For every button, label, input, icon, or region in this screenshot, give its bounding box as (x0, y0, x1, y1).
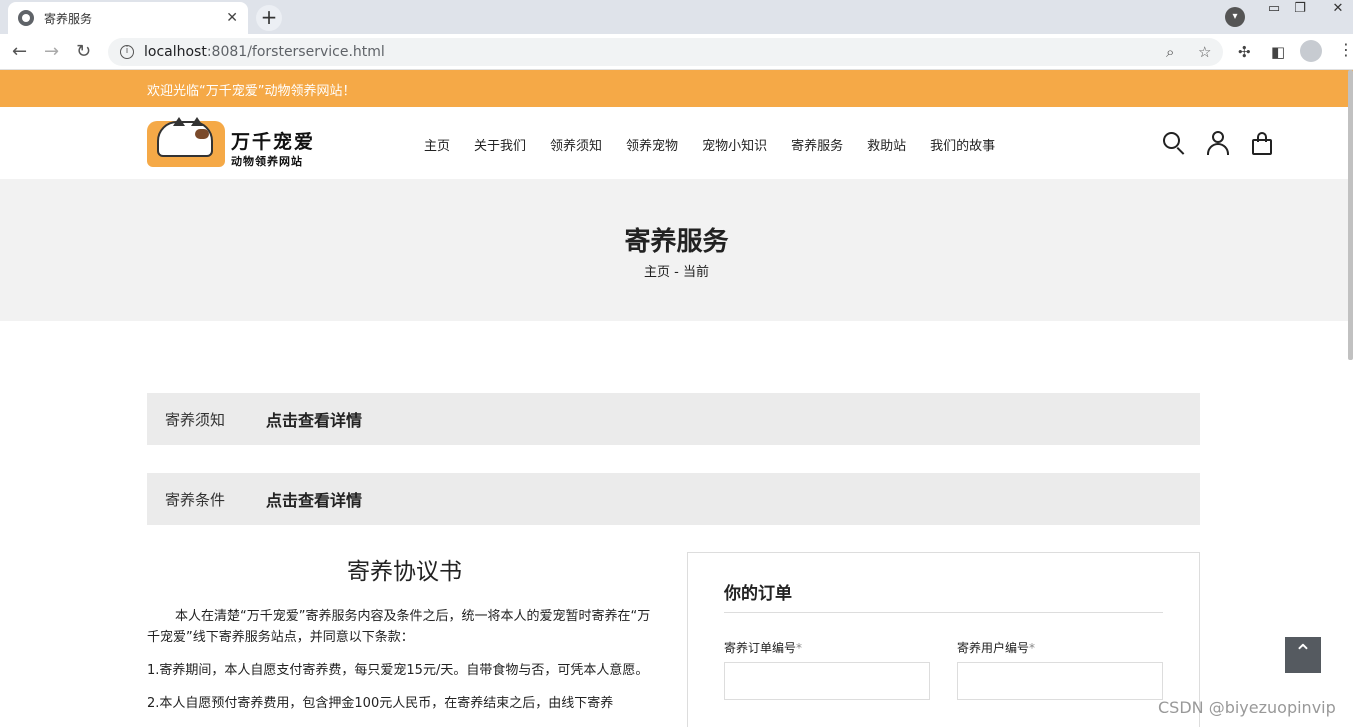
agreement-title: 寄养协议书 (347, 559, 462, 585)
browser-tab[interactable]: 寄养服务 ✕ (8, 2, 248, 34)
url-input[interactable]: i localhost:8081/forsterservice.html (108, 38, 1223, 66)
order-title: 你的订单 (724, 579, 1163, 613)
extensions-puzzle-icon[interactable]: ✣ (1238, 43, 1251, 61)
agreement-clause: 2.本人自愿预付寄养费用，包含押金100元人民币，在寄养结束之后，由线下寄养 (147, 696, 614, 711)
nav-item-pet-tips[interactable]: 宠物小知识 (702, 135, 767, 154)
search-icon[interactable] (1162, 131, 1186, 155)
order-form: 你的订单 寄养订单编号* 寄养用户编号* (687, 552, 1200, 727)
browser-tab-strip: 寄养服务 ✕ + ▾ ▭ ❐ ✕ (0, 0, 1353, 34)
profile-avatar[interactable] (1300, 40, 1322, 62)
page-banner: 寄养服务 主页 - 当前 (0, 179, 1353, 321)
site-header: 万千宠爱 动物领养网站 主页 关于我们 领养须知 领养宠物 宠物小知识 寄养服务… (0, 107, 1353, 179)
site-info-icon[interactable]: i (120, 45, 134, 59)
side-panel-icon[interactable]: ◧ (1271, 43, 1285, 61)
new-tab-button[interactable]: + (256, 5, 282, 31)
agreement-paragraph: 本人在清楚“万千宠爱”寄养服务内容及条件之后，统一将本人的爱宠暂时寄养在“万千宠… (147, 609, 651, 645)
foster-order-id-field: 寄养订单编号* (724, 639, 930, 700)
nav-item-adopt-pets[interactable]: 领养宠物 (626, 135, 678, 154)
section-label: 寄养条件 (165, 490, 226, 509)
nav-item-about[interactable]: 关于我们 (474, 135, 526, 154)
browser-menu-icon[interactable]: ⋮ (1338, 40, 1353, 59)
tab-title: 寄养服务 (44, 11, 93, 26)
section-label: 寄养须知 (165, 410, 226, 429)
nav-item-home[interactable]: 主页 (424, 135, 450, 154)
foster-order-id-label: 寄养订单编号* (724, 641, 803, 655)
foster-user-id-field: 寄养用户编号* (957, 639, 1163, 700)
brand-subtitle: 动物领养网站 (231, 155, 303, 168)
tab-close-icon[interactable]: ✕ (226, 10, 238, 26)
back-arrow-icon[interactable]: ← (12, 41, 27, 62)
url-host: localhost (144, 44, 207, 60)
welcome-text: 欢迎光临“万千宠爱”动物领养网站！ (147, 84, 356, 99)
breadcrumb-separator: - (674, 265, 679, 280)
back-to-top-button[interactable]: ⌃ (1285, 637, 1321, 673)
page-title: 寄养服务 (624, 227, 729, 257)
url-path: :8081/forsterservice.html (206, 44, 385, 60)
watermark: CSDN @biyezuopinvip (1158, 698, 1336, 717)
reload-icon[interactable]: ↻ (76, 41, 91, 62)
foster-conditions-section: 寄养条件 点击查看详情 (147, 473, 1200, 525)
foster-notice-section: 寄养须知 点击查看详情 (147, 393, 1200, 445)
shopping-bag-icon[interactable] (1250, 131, 1274, 155)
brand-name: 万千宠爱 (231, 131, 316, 153)
view-details-link[interactable]: 点击查看详情 (266, 487, 362, 511)
cat-logo-icon (147, 117, 225, 167)
site-logo[interactable]: 万千宠爱 动物领养网站 (147, 117, 322, 171)
foster-order-id-input[interactable] (724, 662, 930, 700)
view-details-link[interactable]: 点击查看详情 (266, 407, 362, 431)
url-text: localhost:8081/forsterservice.html (144, 44, 385, 60)
tab-search-icon[interactable]: ▾ (1225, 7, 1245, 27)
zoom-icon[interactable]: ⌕ (1166, 43, 1174, 61)
globe-icon (18, 10, 34, 26)
forward-arrow-icon[interactable]: → (44, 41, 59, 62)
agreement-clause: 1.寄养期间，本人自愿支付寄养费，每只爱宠15元/天。自带食物与否，可凭本人意愿… (147, 663, 649, 678)
restore-icon[interactable]: ❐ (1284, 0, 1316, 20)
address-bar: ← → ↻ i localhost:8081/forsterservice.ht… (0, 34, 1353, 70)
foster-user-id-label: 寄养用户编号* (957, 641, 1036, 655)
nav-item-our-story[interactable]: 我们的故事 (930, 135, 995, 154)
foster-agreement: 寄养协议书 本人在清楚“万千宠爱”寄养服务内容及条件之后，统一将本人的爱宠暂时寄… (147, 552, 662, 726)
nav-item-rescue-station[interactable]: 救助站 (867, 135, 906, 154)
user-icon[interactable] (1206, 131, 1230, 155)
breadcrumb-home[interactable]: 主页 (644, 265, 670, 280)
breadcrumb: 主页 - 当前 (0, 261, 1353, 280)
nav-item-foster-service[interactable]: 寄养服务 (791, 135, 843, 154)
foster-user-id-input[interactable] (957, 662, 1163, 700)
welcome-bar: 欢迎光临“万千宠爱”动物领养网站！ (0, 70, 1353, 107)
bookmark-star-icon[interactable]: ☆ (1198, 43, 1211, 61)
breadcrumb-current: 当前 (682, 265, 709, 280)
page-scrollbar[interactable] (1348, 70, 1353, 360)
nav-item-adoption-notice[interactable]: 领养须知 (550, 135, 602, 154)
main-nav: 主页 关于我们 领养须知 领养宠物 宠物小知识 寄养服务 救助站 我们的故事 (424, 135, 1019, 154)
close-window-icon[interactable]: ✕ (1322, 0, 1353, 20)
